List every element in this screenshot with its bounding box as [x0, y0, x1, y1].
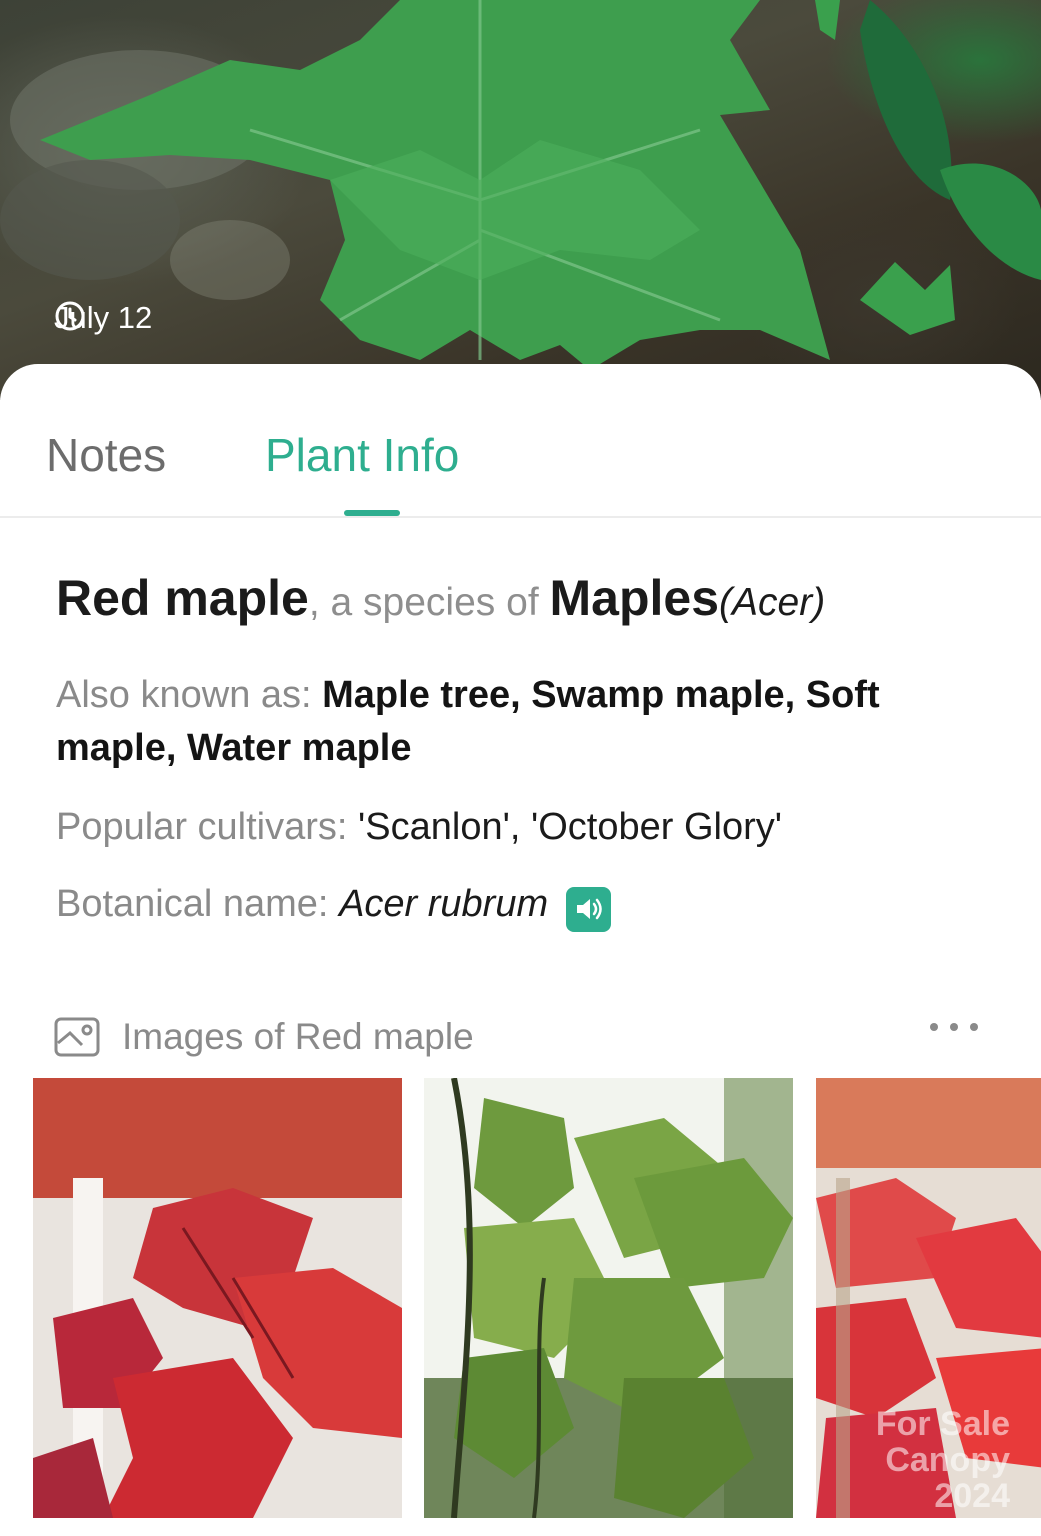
common-name: Red maple — [56, 570, 309, 626]
image-gallery: For Sale Canopy 2024 — [33, 1078, 1041, 1518]
species-connector: , a species of — [308, 581, 550, 624]
hero-photo: July 12 — [0, 0, 1041, 400]
tab-notes[interactable]: Notes — [46, 428, 166, 482]
genus-name: Maples — [549, 570, 720, 626]
tab-plant-info[interactable]: Plant Info — [265, 428, 459, 482]
genus-scientific: (Acer) — [719, 581, 826, 624]
popular-cultivars: Popular cultivars: 'Scanlon', 'October G… — [56, 801, 996, 854]
photo-date: July 12 — [54, 300, 152, 336]
plant-details: Red maple, a species of Maples(Acer) Als… — [56, 566, 996, 932]
watermark-line-1: For Sale — [875, 1405, 1010, 1443]
gallery-thumbnail[interactable] — [33, 1078, 402, 1518]
images-section-header: Images of Red maple — [54, 1014, 994, 1060]
tab-bar: Notes Plant Info — [0, 364, 1041, 518]
plant-info-sheet: Notes Plant Info Red maple, a species of… — [0, 364, 1041, 1536]
gallery-icon — [54, 1017, 100, 1057]
more-horizontal-icon[interactable] — [928, 1020, 980, 1034]
also-known-label: Also known as: — [56, 674, 323, 716]
plant-title: Red maple, a species of Maples(Acer) — [56, 566, 996, 635]
clock-icon — [55, 301, 85, 331]
also-known-as: Also known as: Maple tree, Swamp maple, … — [56, 669, 996, 775]
active-tab-indicator — [344, 510, 400, 516]
botanical-label: Botanical name: — [56, 883, 340, 925]
images-section-title: Images of Red maple — [122, 1016, 474, 1057]
botanical-value: Acer rubrum — [339, 883, 549, 925]
botanical-name: Botanical name: Acer rubrum — [56, 878, 996, 932]
speaker-icon[interactable] — [566, 886, 612, 932]
gallery-thumbnail[interactable] — [424, 1078, 793, 1518]
cultivars-label: Popular cultivars: — [56, 806, 359, 848]
hero-leaf-illustration — [0, 0, 1041, 370]
cultivars-value: 'Scanlon', 'October Glory' — [358, 806, 782, 848]
gallery-thumbnail[interactable]: For Sale Canopy 2024 — [816, 1078, 1041, 1518]
watermark-line-2: Canopy 2024 — [885, 1441, 1010, 1515]
watermark: For Sale Canopy 2024 — [816, 1406, 1010, 1514]
